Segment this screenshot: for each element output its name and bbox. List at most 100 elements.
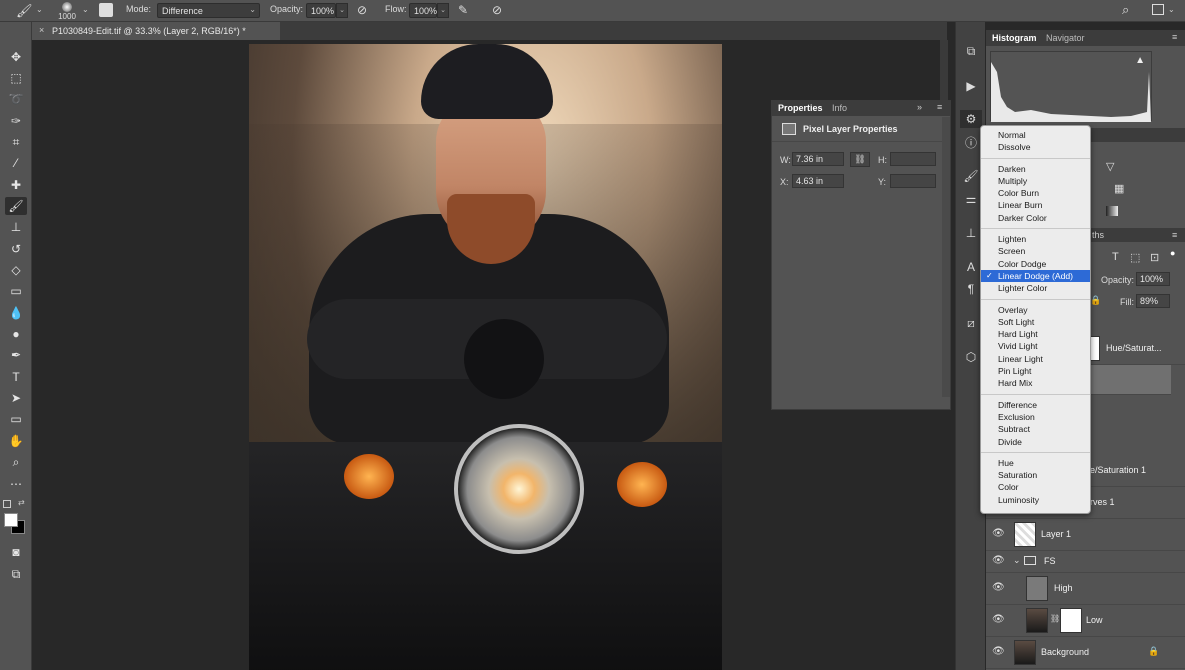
- character-icon[interactable]: A: [960, 258, 982, 276]
- blend-mode-item[interactable]: Linear Burn: [981, 199, 1090, 211]
- eye-icon[interactable]: 👁: [992, 646, 1005, 657]
- grid-icon[interactable]: ▦: [1114, 182, 1124, 195]
- link-icon[interactable]: ⛓: [850, 152, 870, 167]
- history-panel-icon[interactable]: ⧉: [960, 42, 982, 60]
- clone-source-icon[interactable]: ⊥: [960, 224, 982, 242]
- panel-menu-icon[interactable]: ≡: [1172, 230, 1177, 240]
- gradient-map-icon[interactable]: [1106, 206, 1118, 216]
- path-select-tool-icon[interactable]: ➤: [5, 389, 27, 407]
- blend-mode-item[interactable]: Darken: [981, 163, 1090, 175]
- blend-mode-item[interactable]: Overlay: [981, 304, 1090, 316]
- y-field[interactable]: [890, 174, 936, 188]
- clone-stamp-tool-icon[interactable]: ⊥: [5, 218, 27, 236]
- collapse-panel-icon[interactable]: »: [917, 102, 922, 112]
- blend-mode-item[interactable]: Hard Mix: [981, 377, 1090, 389]
- blend-mode-item[interactable]: Lighten: [981, 233, 1090, 245]
- lock-icon[interactable]: 🔒: [1090, 295, 1101, 306]
- eye-icon[interactable]: 👁: [992, 582, 1005, 593]
- x-field[interactable]: 4.63 in: [792, 174, 844, 188]
- filter-toggle-icon[interactable]: ●: [1170, 248, 1175, 258]
- brush-panel-icon[interactable]: [99, 3, 113, 17]
- lasso-tool-icon[interactable]: ➰: [5, 90, 27, 108]
- blend-mode-item[interactable]: Normal: [981, 129, 1090, 141]
- screen-mode-icon[interactable]: ⧉: [5, 565, 27, 583]
- smart-filter-icon[interactable]: ⊡: [1150, 251, 1159, 264]
- foreground-color-swatch[interactable]: [4, 513, 18, 527]
- blend-mode-menu[interactable]: Normal Dissolve Darken Multiply Color Burn Li…: [980, 125, 1091, 514]
- actions-play-icon[interactable]: ▶: [960, 77, 982, 95]
- blend-mode-item[interactable]: Hard Light: [981, 328, 1090, 340]
- layer-opacity-field[interactable]: 100%: [1136, 272, 1170, 286]
- glyphs-icon[interactable]: ⧄: [960, 314, 982, 332]
- search-icon[interactable]: ⌕: [1122, 2, 1129, 18]
- brush-settings-icon[interactable]: 🖌: [960, 167, 982, 185]
- zoom-tool-icon[interactable]: ⌕: [5, 453, 27, 471]
- healing-brush-tool-icon[interactable]: ✚: [5, 176, 27, 194]
- panel-menu-icon[interactable]: ≡: [1172, 32, 1177, 42]
- hand-tool-icon[interactable]: ✋: [5, 432, 27, 450]
- quick-mask-icon[interactable]: ◙: [5, 543, 27, 561]
- reset-colors-icon[interactable]: [3, 500, 11, 508]
- blend-mode-item[interactable]: Difference: [981, 399, 1090, 411]
- document-image[interactable]: [249, 44, 722, 670]
- blend-mode-item[interactable]: Pin Light: [981, 365, 1090, 377]
- opacity-field[interactable]: 100%: [306, 3, 336, 18]
- blend-mode-item[interactable]: Darker Color: [981, 212, 1090, 224]
- quick-select-tool-icon[interactable]: ✑: [5, 112, 27, 130]
- height-field[interactable]: [890, 152, 936, 166]
- fill-field[interactable]: 89%: [1136, 294, 1170, 308]
- more-tools-icon[interactable]: ⋯: [5, 475, 27, 493]
- eyedropper-tool-icon[interactable]: ⁄: [5, 154, 27, 172]
- layer-row[interactable]: 👁 ⛓ Low: [986, 605, 1185, 637]
- layer-row[interactable]: 👁 Background 🔒: [986, 637, 1185, 669]
- eye-icon[interactable]: 👁: [992, 555, 1005, 566]
- dodge-tool-icon[interactable]: ●: [5, 325, 27, 343]
- gradient-tool-icon[interactable]: ▭: [5, 282, 27, 300]
- marquee-tool-icon[interactable]: ⬚: [5, 69, 27, 87]
- blend-mode-item[interactable]: Lighter Color: [981, 282, 1090, 294]
- pressure-opacity-icon[interactable]: ⊘: [357, 3, 367, 17]
- swap-colors-icon[interactable]: ⇄: [18, 498, 25, 507]
- info-icon[interactable]: ⓘ: [960, 134, 982, 152]
- layer-group-row[interactable]: 👁 ⌄ FS: [986, 551, 1185, 573]
- paragraph-icon[interactable]: ¶: [960, 280, 982, 298]
- blend-mode-item[interactable]: Hue: [981, 457, 1090, 469]
- properties-panel-icon[interactable]: ⚙: [960, 110, 982, 128]
- warning-icon[interactable]: ▲: [1135, 55, 1145, 66]
- eye-icon[interactable]: 👁: [992, 614, 1005, 625]
- tab-properties[interactable]: Properties: [778, 103, 823, 113]
- history-brush-tool-icon[interactable]: ↺: [5, 240, 27, 258]
- blur-tool-icon[interactable]: 💧: [5, 304, 27, 322]
- blend-mode-item[interactable]: Color Dodge: [981, 258, 1090, 270]
- workspace-icon[interactable]: [1152, 4, 1164, 15]
- triangle-icon[interactable]: ▽: [1106, 160, 1114, 173]
- layer-row[interactable]: 👁 High: [986, 573, 1185, 605]
- 3d-icon[interactable]: ⬡: [960, 348, 982, 366]
- brush-tool-icon[interactable]: 🖌: [16, 3, 33, 19]
- paths-tab-fragment[interactable]: ths: [1092, 230, 1104, 240]
- crop-tool-icon[interactable]: ⌗: [5, 133, 27, 151]
- blend-mode-item[interactable]: Color: [981, 481, 1090, 493]
- tab-histogram[interactable]: Histogram: [992, 33, 1037, 43]
- blend-mode-item[interactable]: Divide: [981, 436, 1090, 448]
- blend-mode-item[interactable]: Soft Light: [981, 316, 1090, 328]
- blend-mode-item[interactable]: Vivid Light: [981, 340, 1090, 352]
- blend-mode-item[interactable]: Multiply: [981, 175, 1090, 187]
- close-tab-icon[interactable]: ×: [39, 25, 44, 35]
- blend-mode-item[interactable]: Color Burn: [981, 187, 1090, 199]
- blend-mode-item[interactable]: Screen: [981, 245, 1090, 257]
- type-filter-icon[interactable]: T: [1112, 251, 1119, 263]
- eye-icon[interactable]: 👁: [992, 528, 1005, 539]
- panel-menu-icon[interactable]: ≡: [937, 102, 942, 112]
- type-tool-icon[interactable]: T: [5, 368, 27, 386]
- rectangle-tool-icon[interactable]: ▭: [5, 410, 27, 428]
- eraser-tool-icon[interactable]: ◇: [5, 261, 27, 279]
- pressure-size-icon[interactable]: ⊘: [492, 3, 502, 17]
- move-tool-icon[interactable]: ✥: [5, 48, 27, 66]
- blend-mode-item[interactable]: Linear Light: [981, 353, 1090, 365]
- mode-select[interactable]: Difference ⌄: [157, 3, 260, 18]
- flow-field[interactable]: 100%: [409, 3, 437, 18]
- blend-mode-item[interactable]: Luminosity: [981, 494, 1090, 506]
- blend-mode-item[interactable]: Exclusion: [981, 411, 1090, 423]
- shape-filter-icon[interactable]: ⬚: [1130, 251, 1140, 264]
